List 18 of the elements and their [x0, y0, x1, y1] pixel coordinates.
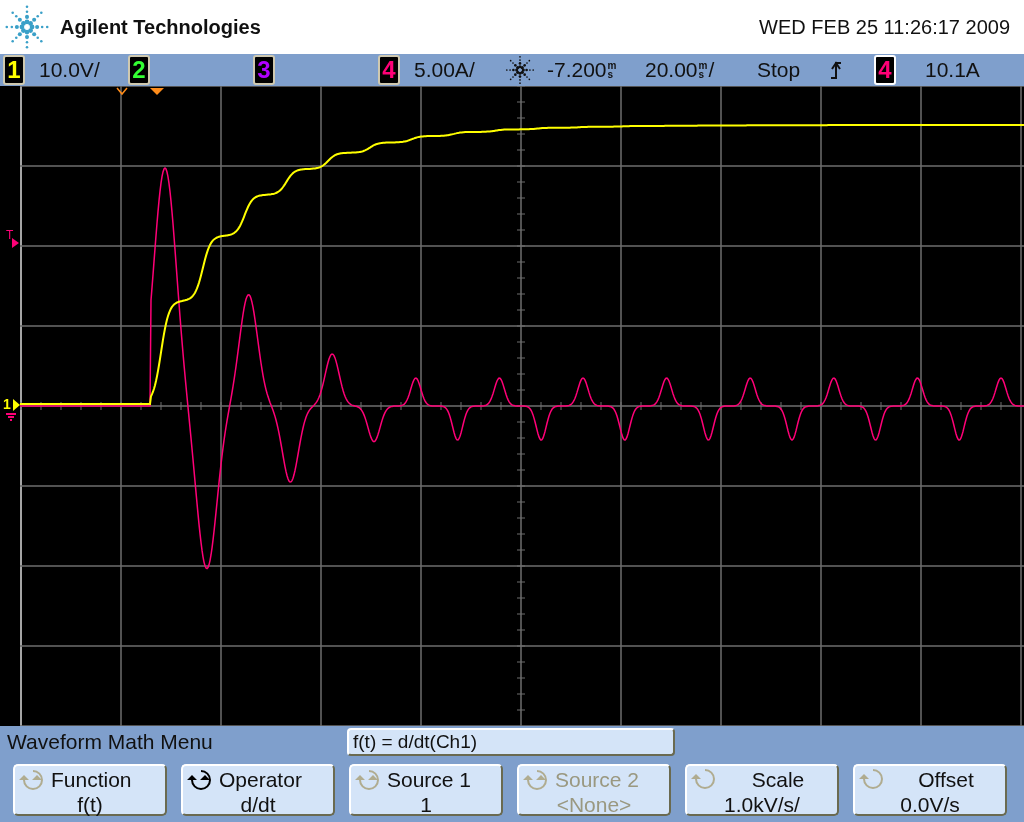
channel-scale: 5.00A/ — [414, 58, 475, 82]
menu-title: Waveform Math Menu — [6, 730, 214, 754]
brand-name: Agilent Technologies — [60, 15, 261, 39]
channel-scale: 10.0V/ — [39, 58, 100, 82]
rising-edge-icon — [829, 60, 843, 80]
trigger-level: 10.1A — [925, 58, 981, 82]
run-state: Stop — [757, 58, 802, 82]
date-time: WED FEB 25 11:26:17 2009 — [759, 15, 1010, 39]
expression-field: f(t) = d/dt(Ch1) — [347, 728, 675, 756]
starburst-logo — [4, 4, 50, 50]
delay-icon — [505, 55, 535, 85]
softkey[interactable]: Offset 0.0V/s — [853, 764, 1007, 816]
softkey[interactable]: Source 1 1 — [349, 764, 503, 816]
softkey[interactable]: Operator d/dt — [181, 764, 335, 816]
softkey[interactable]: Function f(t) — [13, 764, 167, 816]
softkey[interactable]: Scale 1.0kV/s/ — [685, 764, 839, 816]
trigger-point-marker — [150, 88, 164, 95]
time-reference-marker — [116, 87, 128, 96]
